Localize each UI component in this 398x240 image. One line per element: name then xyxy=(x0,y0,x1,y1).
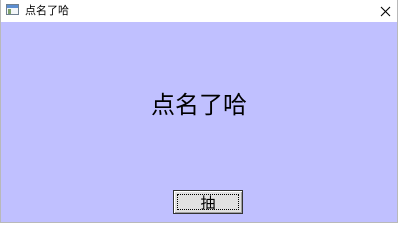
close-icon xyxy=(380,6,390,16)
title-bar[interactable]: 点名了哈 xyxy=(1,0,397,22)
app-window: 点名了哈 点名了哈 抽 xyxy=(0,0,398,223)
window-app-icon xyxy=(6,4,19,15)
roll-call-label: 点名了哈 xyxy=(151,91,247,119)
draw-button[interactable]: 抽 xyxy=(173,190,243,214)
window-title: 点名了哈 xyxy=(25,4,69,17)
client-area: 点名了哈 抽 xyxy=(1,22,397,222)
close-button[interactable] xyxy=(375,1,395,21)
draw-button-label: 抽 xyxy=(200,193,216,212)
